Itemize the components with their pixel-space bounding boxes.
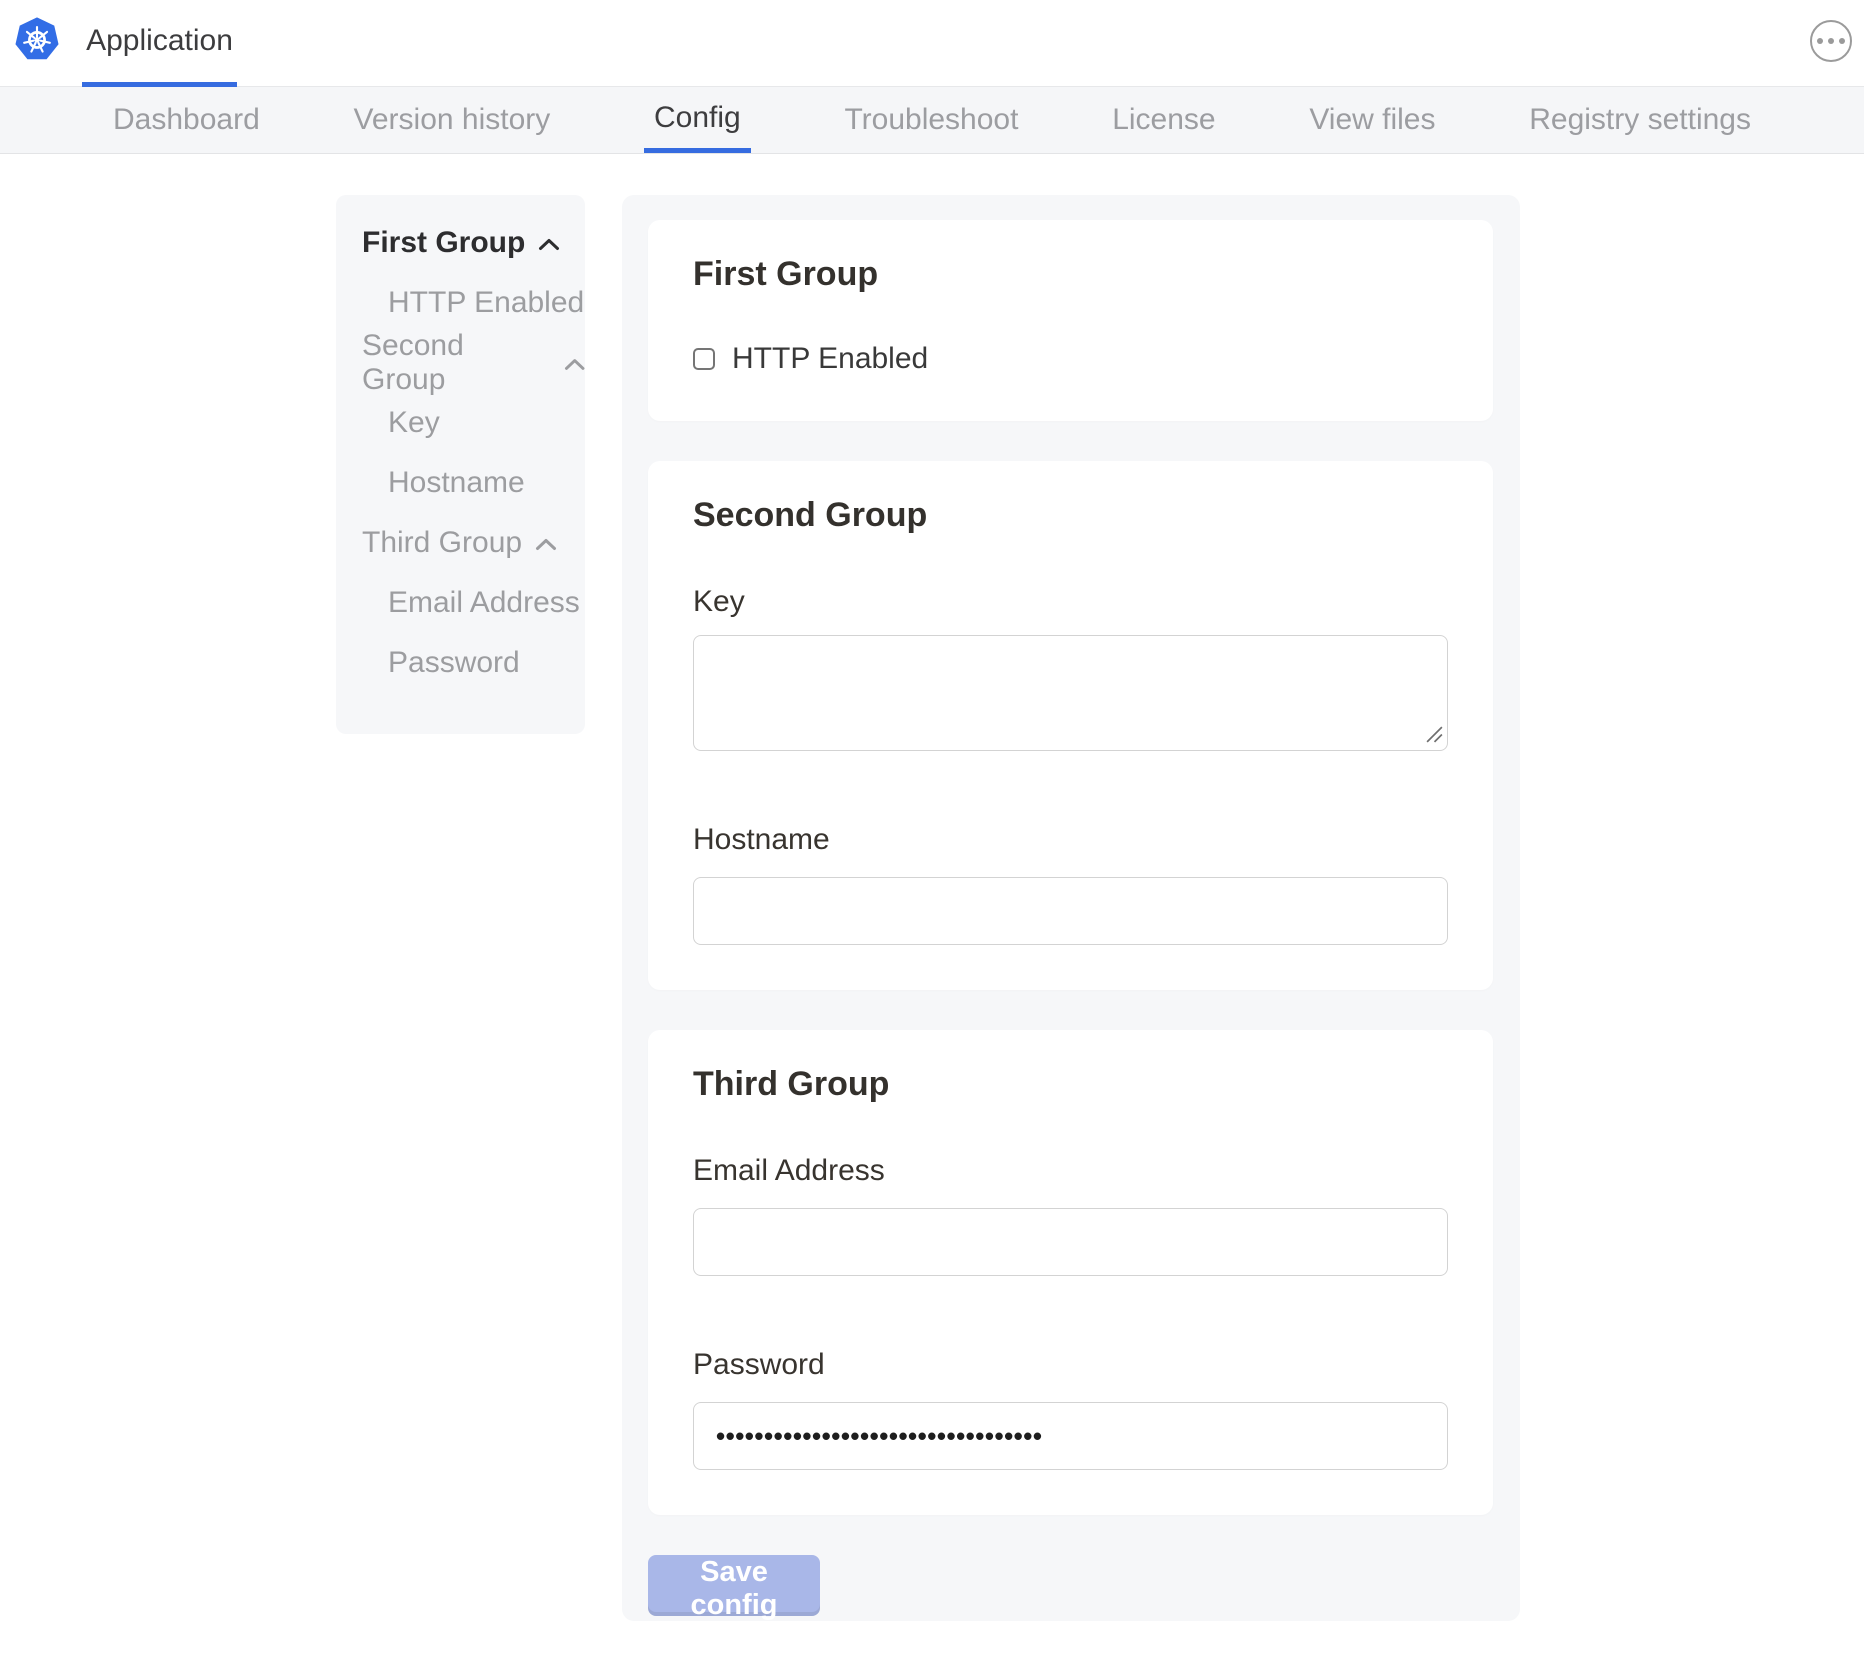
checkbox-field-http-enabled: HTTP Enabled [693, 342, 1448, 376]
app-tab-application[interactable]: Application [82, 0, 237, 87]
field-label-key: Key [693, 585, 1448, 619]
sidebar-group-third-group[interactable]: Third Group [336, 513, 585, 573]
sidebar-item-http-enabled[interactable]: HTTP Enabled [336, 273, 585, 333]
overflow-menu-button[interactable] [1810, 20, 1852, 62]
config-group-card-third-group: Third Group Email Address Password [648, 1030, 1493, 1515]
tab-troubleshoot[interactable]: Troubleshoot [844, 87, 1018, 153]
kubernetes-logo-icon [14, 16, 60, 62]
chevron-up-icon [564, 358, 585, 371]
field-label-hostname: Hostname [693, 823, 1448, 857]
checkbox-label: HTTP Enabled [732, 342, 928, 376]
resize-handle-icon[interactable] [1425, 725, 1444, 744]
tab-config[interactable]: Config [644, 87, 751, 153]
config-cards: First Group HTTP Enabled Second Group Key Ho… [648, 220, 1493, 1515]
top-bar: Application [0, 0, 1864, 87]
sidebar-group-label: Third Group [362, 526, 522, 560]
save-config-button[interactable]: Save config [648, 1555, 820, 1612]
tab-bar: Dashboard Version history Config Troublesho… [0, 87, 1864, 154]
sidebar-item-password[interactable]: Password [336, 633, 585, 693]
sidebar-group-second-group[interactable]: Second Group [336, 333, 585, 393]
group-title: Second Group [693, 461, 1448, 533]
chevron-up-icon [535, 538, 557, 551]
hostname-input[interactable] [693, 877, 1448, 945]
sidebar-item-key[interactable]: Key [336, 393, 585, 453]
textarea-field [693, 635, 1448, 751]
tab-view-files[interactable]: View files [1309, 87, 1435, 153]
group-title: Third Group [693, 1030, 1448, 1102]
sidebar-group-label: First Group [362, 226, 525, 260]
sidebar-item-email-address[interactable]: Email Address [336, 573, 585, 633]
tab-version-history[interactable]: Version history [354, 87, 551, 153]
group-title: First Group [693, 220, 1448, 292]
ellipsis-icon [1817, 38, 1846, 45]
key-textarea[interactable] [693, 635, 1448, 751]
http-enabled-checkbox[interactable] [693, 348, 715, 370]
field-label-email-address: Email Address [693, 1154, 1448, 1188]
tab-registry-settings[interactable]: Registry settings [1529, 87, 1751, 153]
sidebar-item-hostname[interactable]: Hostname [336, 453, 585, 513]
sidebar-group-first-group[interactable]: First Group [336, 213, 585, 273]
tab-license[interactable]: License [1112, 87, 1215, 153]
tab-dashboard[interactable]: Dashboard [113, 87, 260, 153]
chevron-up-icon [538, 238, 560, 251]
email-address-input[interactable] [693, 1208, 1448, 1276]
password-input[interactable] [693, 1402, 1448, 1470]
config-panel: First Group HTTP Enabled Second Group Key Ho… [622, 195, 1520, 1621]
config-group-card-first-group: First Group HTTP Enabled [648, 220, 1493, 421]
sidebar-group-label: Second Group [362, 329, 551, 397]
config-group-card-second-group: Second Group Key Hostname [648, 461, 1493, 990]
config-sidebar-nav: First Group HTTP EnabledSecond GroupKeyHo… [336, 195, 585, 734]
field-label-password: Password [693, 1348, 1448, 1382]
app-title: Application [86, 24, 233, 58]
